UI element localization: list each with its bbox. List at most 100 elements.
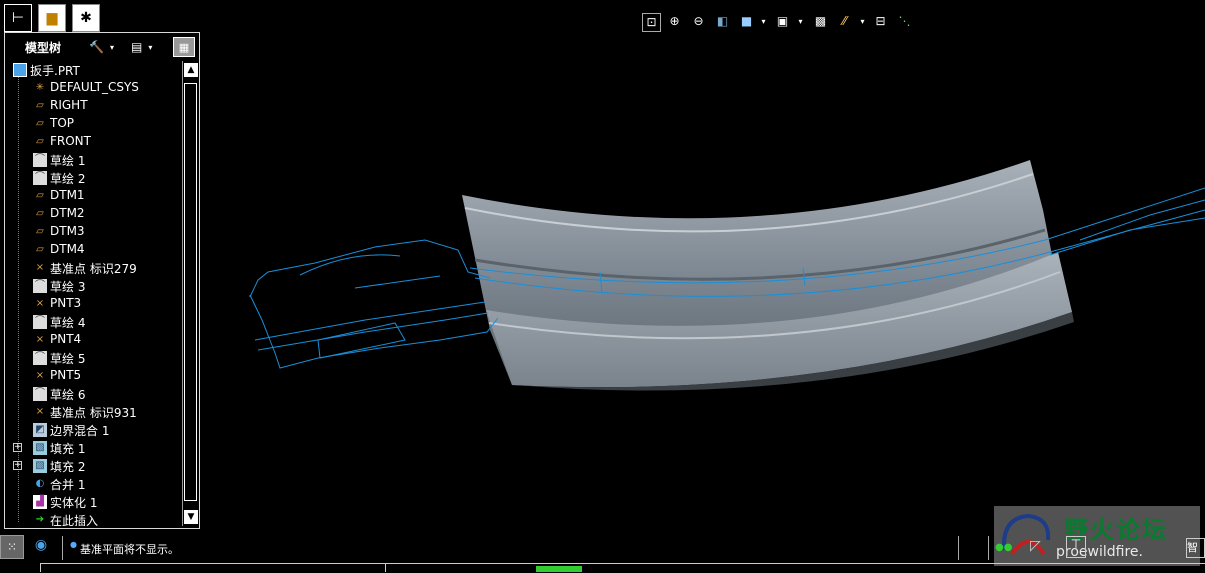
tree-item[interactable]: ⌒ 草绘 2 xyxy=(7,169,183,187)
tree-item[interactable]: ▱ TOP xyxy=(7,115,183,133)
tree-item[interactable]: ⌒ 草绘 1 xyxy=(7,151,183,169)
tree-item[interactable]: ▱ RIGHT xyxy=(7,97,183,115)
tree-item[interactable]: ▱ DTM3 xyxy=(7,223,183,241)
repaint-icon[interactable]: ◧ xyxy=(714,13,731,30)
annotation-icon[interactable]: ⋱ xyxy=(896,13,913,30)
tab-folder-browser[interactable]: ▆ xyxy=(38,4,66,32)
scroll-thumb[interactable] xyxy=(184,83,197,501)
tree-item[interactable]: ⌒ 草绘 5 xyxy=(7,349,183,367)
model-tree-list: 扳手.PRT ✳ DEFAULT_CSYS ▱ RIGHT ▱ TOP ▱ FRONT ⌒ 草绘 1… xyxy=(7,61,183,526)
progress-indicator xyxy=(536,566,582,572)
saved-views-icon[interactable]: ▣ xyxy=(774,13,791,30)
sketch-icon: ⌒ xyxy=(33,171,47,185)
tree-item-label: PNT3 xyxy=(50,296,82,310)
chevron-down-icon[interactable]: ▾ xyxy=(854,13,871,30)
status-divider xyxy=(988,536,989,560)
vertical-scrollbar[interactable]: ▲ ▼ xyxy=(182,61,199,526)
tree-item-label: DTM4 xyxy=(50,242,85,256)
tree-filter-button[interactable]: ▦ xyxy=(173,37,195,57)
folders-icon: ▆ xyxy=(46,10,58,26)
tree-item-label: 边界混合 1 xyxy=(50,424,110,438)
chevron-down-icon[interactable]: ▾ xyxy=(792,13,809,30)
tree-item[interactable]: × 基准点 标识279 xyxy=(7,259,183,277)
tree-item-label: 基准点 标识279 xyxy=(50,262,137,276)
tree-item-label: RIGHT xyxy=(50,98,88,112)
tree-item[interactable]: ⌒ 草绘 6 xyxy=(7,385,183,403)
tree-icon: ⊢ xyxy=(11,10,25,26)
status-divider xyxy=(62,536,63,560)
arrow-down-icon: ▼ xyxy=(187,512,195,522)
merge-icon: ◐ xyxy=(35,478,45,489)
selection-mode-icon[interactable]: ⊤ xyxy=(1066,536,1086,558)
view-manager-icon[interactable]: ▩ xyxy=(812,13,829,30)
tree-item[interactable]: ⌒ 草绘 3 xyxy=(7,277,183,295)
datum-plane-icon: ▱ xyxy=(36,226,44,237)
solid-body[interactable] xyxy=(462,160,1074,391)
tree-item-label: 草绘 5 xyxy=(50,352,86,366)
tree-item[interactable]: ▟ 实体化 1 xyxy=(7,493,183,511)
tree-item[interactable]: + ▧ 填充 1 xyxy=(7,439,183,457)
datum-plane-icon: ▱ xyxy=(36,100,44,111)
arrow-up-icon: ▲ xyxy=(187,65,195,75)
grid-icon: ▦ xyxy=(178,40,190,54)
tree-item[interactable]: ▱ FRONT xyxy=(7,133,183,151)
zoom-in-icon[interactable]: ⊕ xyxy=(666,13,683,30)
tree-item[interactable]: ✳ DEFAULT_CSYS xyxy=(7,79,183,97)
scroll-up-button[interactable]: ▲ xyxy=(184,63,198,77)
scroll-down-button[interactable]: ▼ xyxy=(184,510,198,524)
tree-item[interactable]: + ▧ 填充 2 xyxy=(7,457,183,475)
tree-item[interactable]: ▱ DTM1 xyxy=(7,187,183,205)
zoom-out-icon[interactable]: ⊖ xyxy=(690,13,707,30)
grid-dots-icon: ⁙ xyxy=(6,540,18,554)
tab-model-tree[interactable]: ⊢ xyxy=(4,4,32,32)
part-icon xyxy=(13,63,27,77)
tree-item[interactable]: × PNT3 xyxy=(7,295,183,313)
tree-item-label: DTM2 xyxy=(50,206,85,220)
tree-tools-button[interactable]: 🔨 ▾ xyxy=(89,37,114,57)
datum-plane-icon: ▱ xyxy=(36,244,44,255)
shading-icon[interactable]: ■ xyxy=(738,13,755,30)
zoom-fit-icon[interactable]: ⊡ xyxy=(642,13,661,32)
tree-item[interactable]: ▱ DTM2 xyxy=(7,205,183,223)
tree-settings-button[interactable]: ▤ ▾ xyxy=(131,37,152,57)
tree-item[interactable]: × PNT4 xyxy=(7,331,183,349)
datum-plane-icon: ▱ xyxy=(36,118,44,129)
tree-item-label: PNT4 xyxy=(50,332,82,346)
tree-item[interactable]: 扳手.PRT xyxy=(7,61,183,79)
expand-toggle-icon[interactable]: + xyxy=(13,443,22,452)
tree-item[interactable]: ◩ 边界混合 1 xyxy=(7,421,183,439)
document-icon: ▤ xyxy=(131,40,143,54)
chevron-down-icon: ▾ xyxy=(109,42,114,52)
csys-icon: ✳ xyxy=(35,82,45,93)
toggle-browser-button[interactable]: ◉ xyxy=(30,537,52,559)
datum-display-icon[interactable]: ⁄⁄ xyxy=(836,13,853,30)
tree-item-label: 草绘 4 xyxy=(50,316,86,330)
chevron-down-icon[interactable]: ▾ xyxy=(755,13,772,30)
display-style-icon[interactable]: ⊟ xyxy=(872,13,889,30)
tree-item[interactable]: × 基准点 标识931 xyxy=(7,403,183,421)
sketch-icon: ⌒ xyxy=(33,279,47,293)
datum-plane-icon: ▱ xyxy=(36,136,44,147)
tree-item-label: 实体化 1 xyxy=(50,496,98,510)
view-toolbar: ⊡ ⊕ ⊖ ◧ ■ ▾ ▣ ▾ ▩ ⁄⁄ ▾ ⊟ ⋱ xyxy=(640,10,920,34)
expand-toggle-icon[interactable]: + xyxy=(13,461,22,470)
favorites-icon: ✱ xyxy=(80,10,92,26)
status-divider xyxy=(958,536,959,560)
datum-point-icon: × xyxy=(35,334,45,345)
tree-item-label: TOP xyxy=(50,116,75,130)
model-tree-header: 模型树 🔨 ▾ ▤ ▾ ▦ xyxy=(5,33,199,61)
tree-item[interactable]: ⌒ 草绘 4 xyxy=(7,313,183,331)
status-message: 基准平面将不显示。 xyxy=(80,543,179,556)
select-filter-icon[interactable]: ◸ xyxy=(1030,538,1041,554)
toggle-navigator-button[interactable]: ⁙ xyxy=(0,535,24,559)
globe-icon: ◉ xyxy=(34,537,48,553)
datum-point-icon: × xyxy=(35,370,45,381)
tab-favorites[interactable]: ✱ xyxy=(72,4,100,32)
smart-filter-dropdown[interactable]: 智能 xyxy=(1186,538,1205,558)
tree-item[interactable]: ➔ 在此插入 xyxy=(7,511,183,526)
graphics-area[interactable] xyxy=(200,40,1205,530)
datum-point-icon: × xyxy=(35,262,45,273)
tree-item[interactable]: × PNT5 xyxy=(7,367,183,385)
tree-item[interactable]: ◐ 合并 1 xyxy=(7,475,183,493)
tree-item[interactable]: ▱ DTM4 xyxy=(7,241,183,259)
